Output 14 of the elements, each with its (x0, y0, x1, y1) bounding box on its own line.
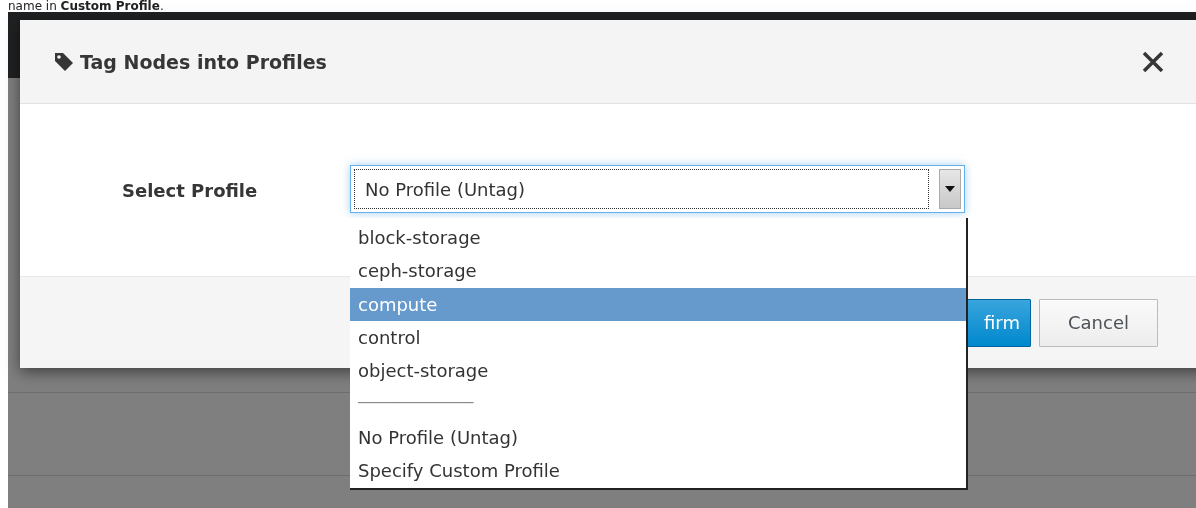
profile-dropdown[interactable]: No Profile (Untag) (350, 165, 965, 213)
caption-text: name in Custom Profile. (7, 0, 165, 12)
dropdown-option[interactable]: ceph-storage (350, 254, 966, 288)
dropdown-option[interactable]: block-storage (350, 221, 966, 255)
dropdown-option[interactable]: No Profile (Untag) (350, 420, 966, 455)
dialog-title: Tag Nodes into Profiles (80, 50, 328, 73)
dropdown-option[interactable]: control (350, 320, 966, 355)
dropdown-option[interactable]: Specify Custom Profile (350, 454, 966, 488)
separator-line: ──────────────── (357, 395, 475, 413)
field-label: Select Profile (121, 179, 259, 201)
dropdown-option[interactable]: object-storage (350, 354, 966, 388)
cancel-button[interactable]: Cancel (1039, 298, 1158, 347)
tag-icon (54, 51, 74, 72)
caret-icon (945, 186, 955, 192)
